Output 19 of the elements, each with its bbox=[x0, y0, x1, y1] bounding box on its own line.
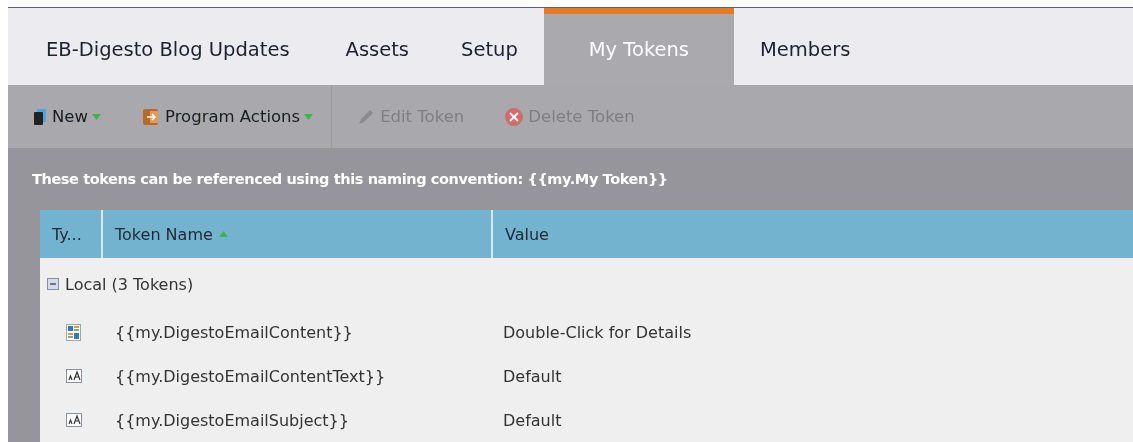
column-header[interactable]: Value bbox=[493, 210, 1133, 258]
tab[interactable]: Setup bbox=[435, 8, 544, 85]
collapse-icon[interactable] bbox=[47, 278, 59, 290]
token-name: {{my.DigestoEmailSubject}} bbox=[114, 410, 350, 430]
tab[interactable]: Members bbox=[734, 8, 877, 85]
tab[interactable]: Assets bbox=[319, 8, 436, 85]
group-label: Local (3 Tokens) bbox=[65, 274, 194, 294]
book-icon bbox=[32, 107, 48, 126]
toolbar-button[interactable]: Program Actions bbox=[131, 106, 324, 127]
tab[interactable]: EB-Digesto Blog Updates bbox=[20, 8, 320, 85]
token-name: {{my.DigestoEmailContent}} bbox=[114, 322, 354, 342]
toolbar-button[interactable]: New bbox=[22, 107, 111, 126]
info-text: These tokens can be referenced using this naming convention: {{my.My Token}} bbox=[32, 171, 668, 187]
token-value: Default bbox=[502, 366, 562, 386]
token-value: Default bbox=[502, 410, 562, 430]
token-value: Double-Click for Details bbox=[502, 322, 692, 342]
delete-icon bbox=[504, 106, 525, 127]
token-name: {{my.DigestoEmailContentText}} bbox=[114, 366, 387, 386]
folder-icon bbox=[141, 106, 161, 127]
